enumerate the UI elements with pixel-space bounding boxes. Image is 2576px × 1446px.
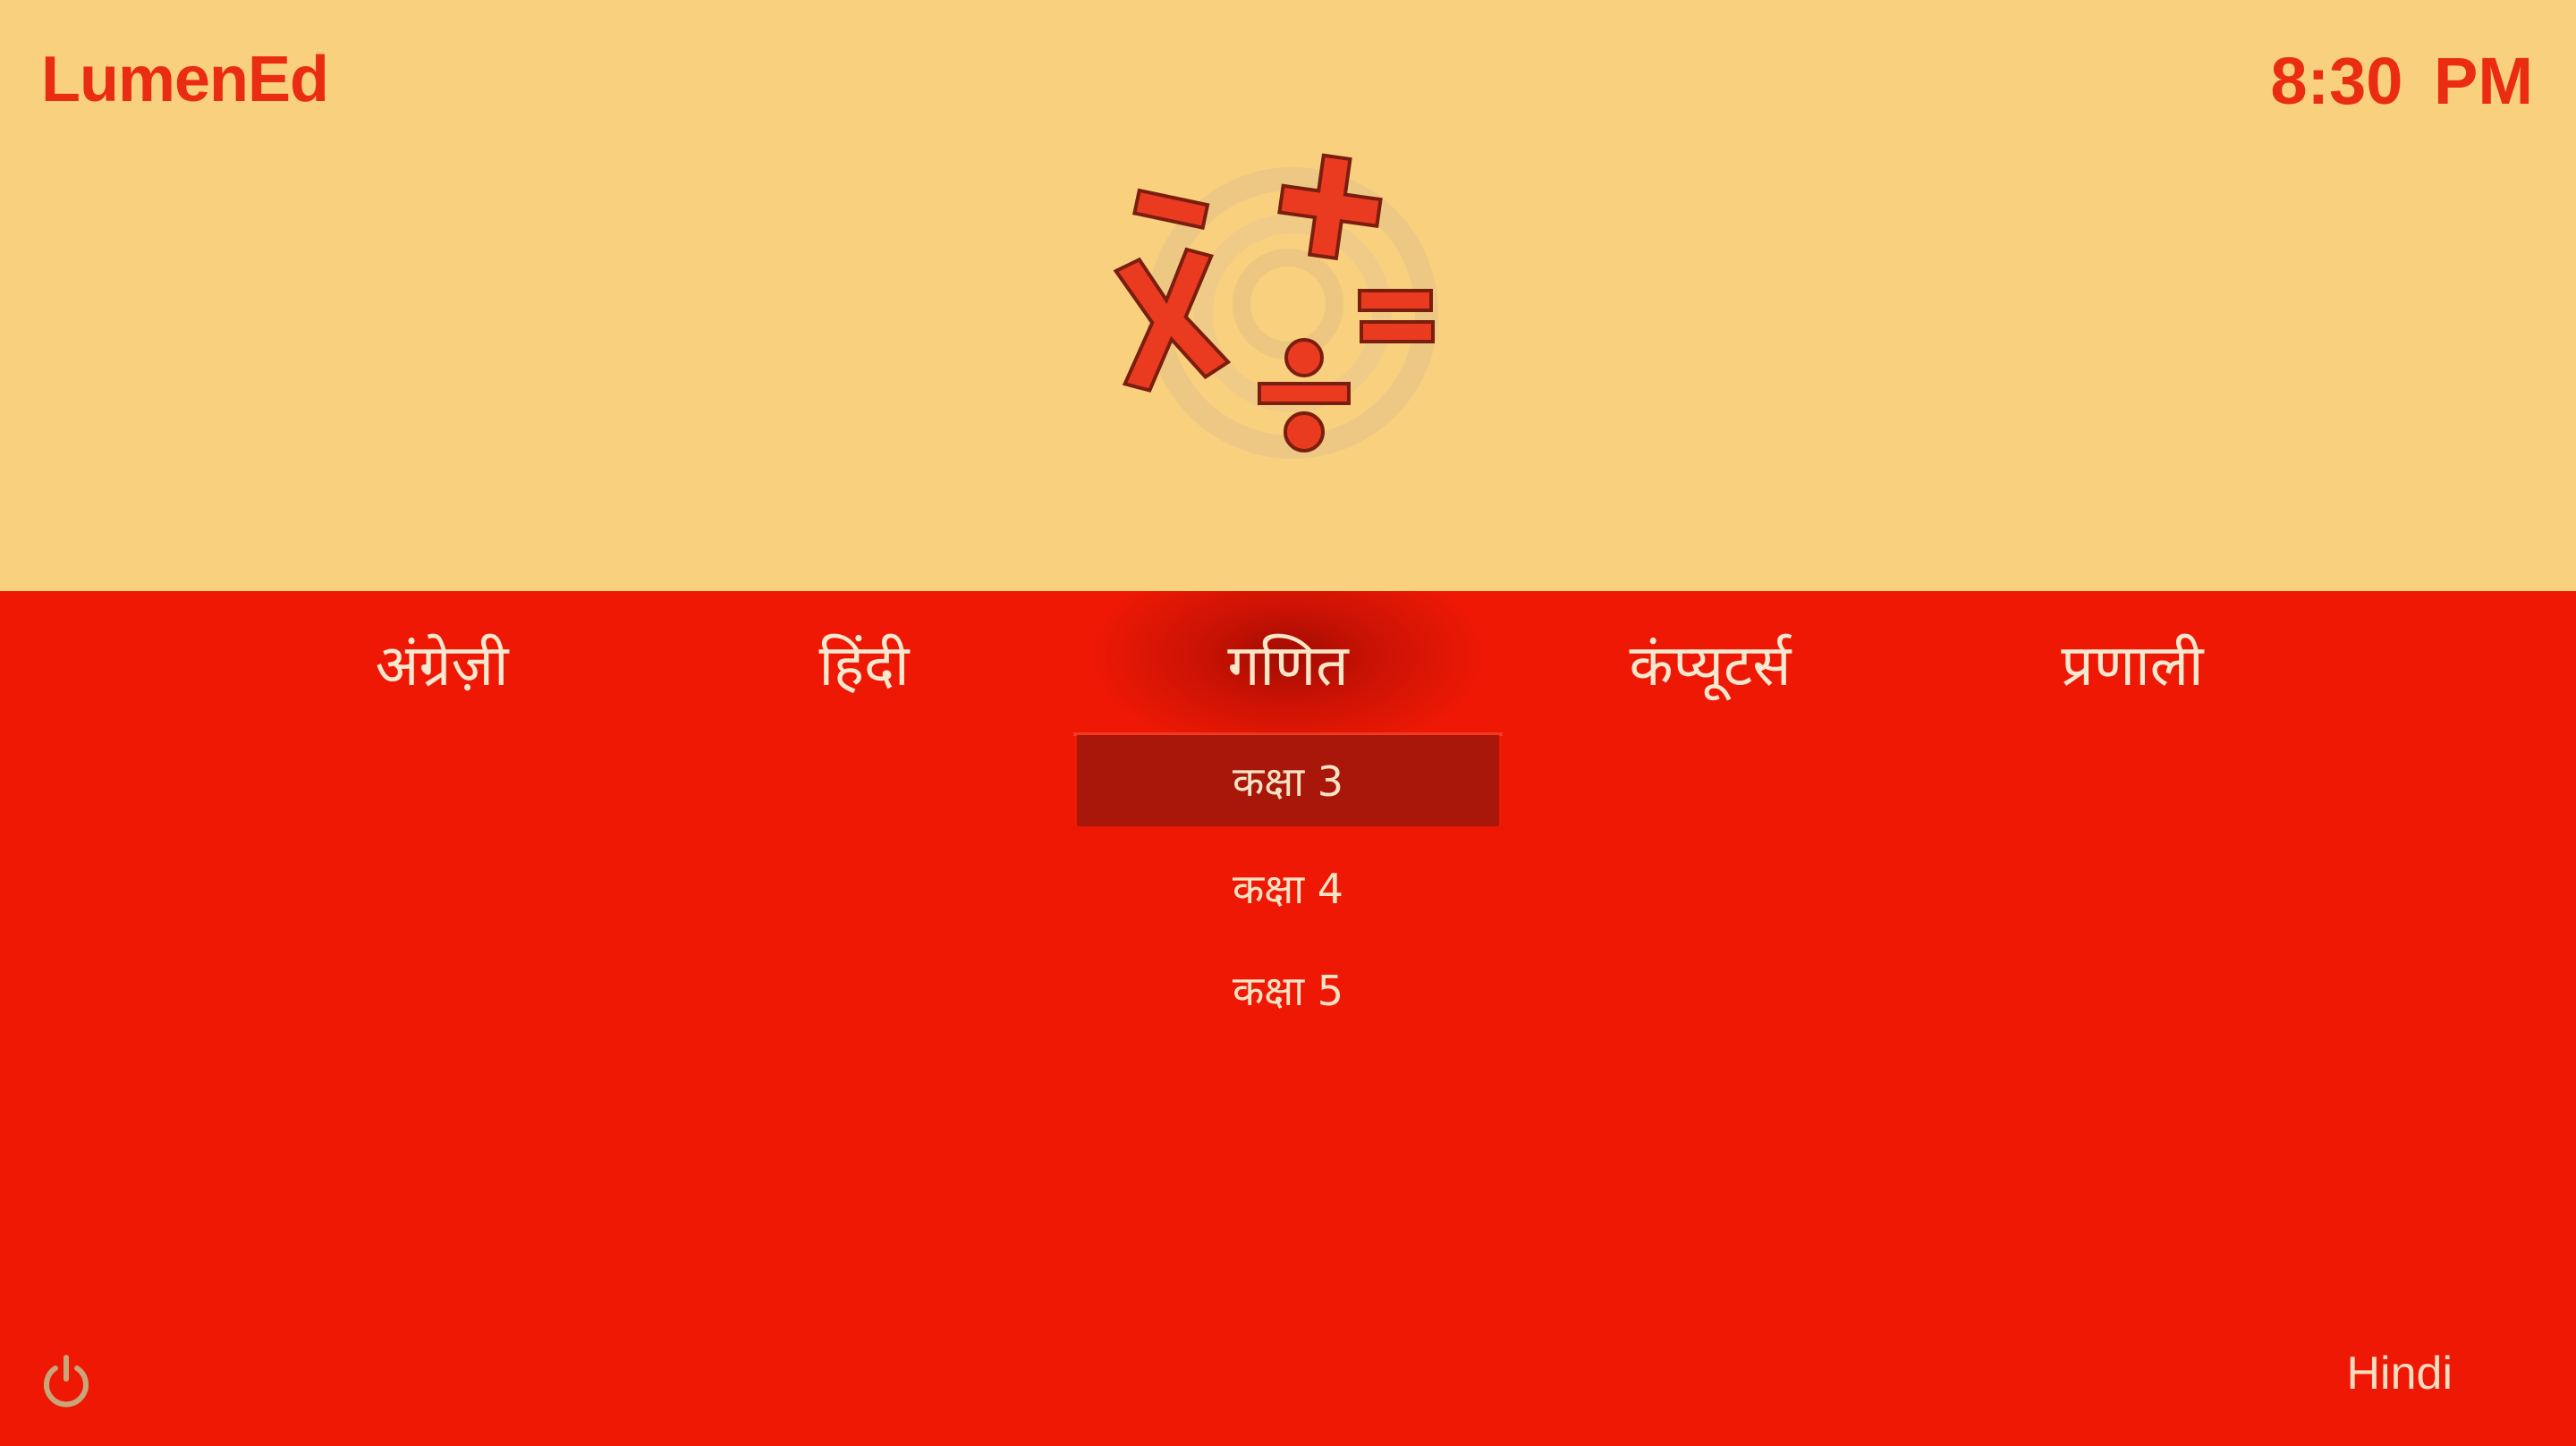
- clock: 8:30 PM: [2270, 44, 2533, 118]
- minus-symbol: [1132, 188, 1210, 231]
- language-selector[interactable]: Hindi: [2347, 1347, 2453, 1400]
- grade-item-3[interactable]: कक्षा 3: [1077, 735, 1499, 826]
- tab-hindi[interactable]: हिंदी: [649, 591, 1079, 734]
- tab-english[interactable]: अंग्रेज़ी: [227, 591, 657, 734]
- grade-list: कक्षा 3 कक्षा 4 कक्षा 5: [1077, 735, 1499, 1041]
- subject-tabs: अंग्रेज़ी हिंदी गणित कंप्यूटर्स प्रणाली: [0, 591, 2576, 736]
- math-symbols-logo: [1113, 153, 1438, 459]
- power-icon[interactable]: [38, 1352, 95, 1409]
- tab-math[interactable]: गणित: [1073, 591, 1503, 736]
- tab-system[interactable]: प्रणाली: [1918, 591, 2347, 734]
- tab-computers[interactable]: कंप्यूटर्स: [1496, 591, 1925, 734]
- header-panel: LumenEd 8:30 PM: [0, 0, 2576, 591]
- grade-item-4[interactable]: कक्षा 4: [1077, 837, 1499, 939]
- app-screen: LumenEd 8:30 PM अंग्रेज़ी हिंदी गणित कंप…: [0, 0, 2576, 1446]
- grade-item-5[interactable]: कक्षा 5: [1077, 939, 1499, 1041]
- app-title: LumenEd: [41, 44, 329, 115]
